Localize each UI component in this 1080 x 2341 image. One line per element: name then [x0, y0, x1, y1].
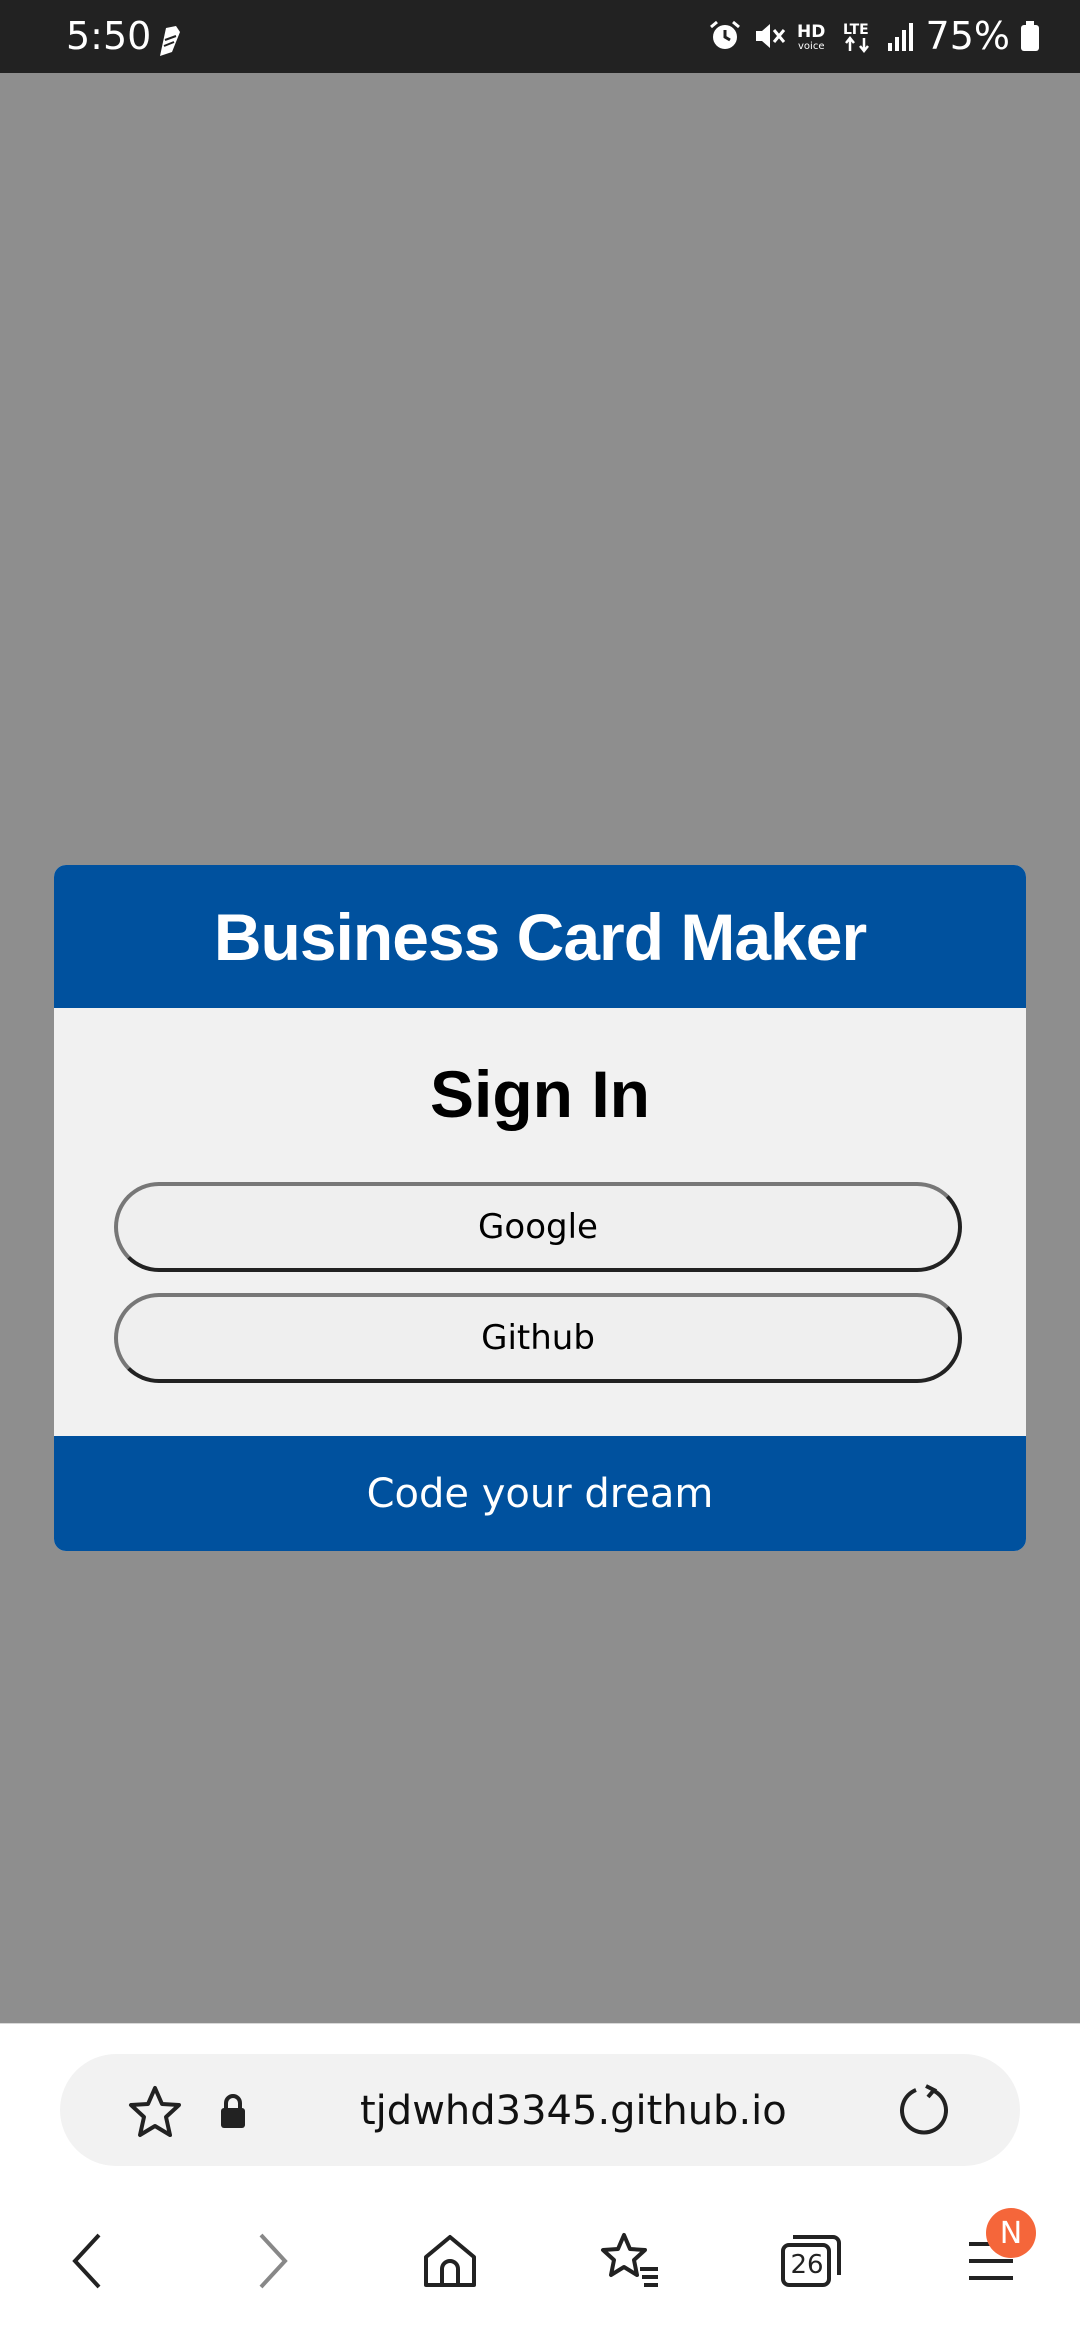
- back-button[interactable]: [52, 2226, 122, 2296]
- home-icon: [424, 2235, 476, 2287]
- lte-icon: LTE: [843, 22, 869, 53]
- card-footer: Code your dream: [54, 1436, 1026, 1551]
- alarm-icon: [709, 20, 740, 49]
- footer-text: Code your dream: [366, 1470, 714, 1517]
- hd-voice-icon: HD voice: [797, 22, 825, 52]
- forward-arrow-icon: [259, 2233, 288, 2289]
- page-backdrop: Business Card Maker Sign In Google Githu…: [0, 73, 1080, 2023]
- bookmark-star-icon[interactable]: [126, 2084, 184, 2140]
- url-text[interactable]: tjdwhd3345.github.io: [360, 2088, 787, 2134]
- battery-icon: [1021, 21, 1039, 51]
- browser-toolbar: tjdwhd3345.github.io 26 N: [0, 2023, 1080, 2341]
- github-login-button[interactable]: Github: [114, 1293, 962, 1383]
- svg-text:voice: voice: [798, 41, 824, 52]
- status-time: 5:50: [66, 14, 152, 58]
- svg-text:HD: HD: [797, 22, 825, 42]
- mute-icon: [755, 24, 785, 48]
- bookmarks-list-icon: [601, 2233, 658, 2287]
- navigation-row: 26 N: [0, 2196, 1080, 2316]
- back-arrow-icon: [72, 2233, 101, 2289]
- tabs-count: 26: [790, 2250, 824, 2280]
- svg-text:LTE: LTE: [843, 22, 869, 38]
- notification-app-icon: [160, 26, 180, 56]
- address-bar[interactable]: tjdwhd3345.github.io: [60, 2054, 1020, 2166]
- app-title: Business Card Maker: [213, 899, 867, 974]
- card-body: Sign In Google Github: [54, 1008, 1026, 1436]
- tabs-button[interactable]: 26: [776, 2226, 846, 2296]
- google-login-button[interactable]: Google: [114, 1182, 962, 1272]
- reload-icon[interactable]: [896, 2082, 952, 2138]
- menu-notification-badge: N: [986, 2208, 1036, 2258]
- status-icons: HD voice LTE 75%: [708, 14, 1040, 58]
- sign-in-heading: Sign In: [430, 1057, 650, 1131]
- status-bar: 5:50 HD voice LTE 75%: [0, 0, 1080, 73]
- menu-button[interactable]: N: [956, 2208, 1036, 2296]
- card-header: Business Card Maker: [54, 865, 1026, 1008]
- battery-percent: 75%: [925, 14, 1010, 58]
- forward-button[interactable]: [238, 2226, 308, 2296]
- lock-icon[interactable]: [218, 2092, 248, 2130]
- bookmarks-button[interactable]: [594, 2226, 664, 2296]
- login-card: Business Card Maker Sign In Google Githu…: [54, 865, 1026, 1551]
- signal-icon: [887, 23, 913, 51]
- home-button[interactable]: [415, 2226, 485, 2296]
